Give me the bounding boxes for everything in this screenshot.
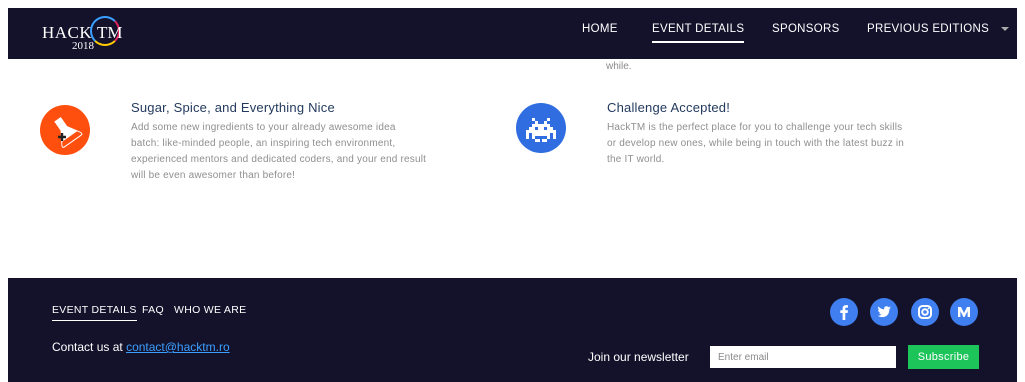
subscribe-button[interactable]: Subscribe [908,345,979,369]
nav-active-underline [652,41,745,43]
feature-desc-line: Add some new ingredients to your already… [131,122,396,133]
nav-event-details[interactable]: EVENT DETAILS [652,23,745,43]
feature-desc-sugar: Add some new ingredients to your already… [131,120,426,184]
feature-desc-line: will be even awesomer than before! [131,170,296,181]
chevron-down-icon [1001,26,1010,31]
footer-link-who-we-are[interactable]: WHO WE ARE [174,304,246,316]
footer-link-event-details-label: EVENT DETAILS [52,304,137,316]
space-invader-icon [516,103,566,153]
hacktm-logo[interactable]: HACK TM 2018 [42,16,132,52]
medium-icon[interactable] [950,298,978,326]
instagram-icon[interactable] [911,298,939,326]
feature-title-challenge: Challenge Accepted! [607,100,731,115]
top-navbar: HACK TM 2018 HOME EVENT DETAILS SPONSORS… [8,8,1017,59]
nav-home[interactable]: HOME [582,23,618,35]
footer: EVENT DETAILS FAQ WHO WE ARE Contact us … [8,278,1017,382]
facebook-icon[interactable] [830,298,858,326]
footer-active-underline [52,320,137,321]
feature-title-sugar: Sugar, Spice, and Everything Nice [131,100,335,115]
nav-previous-editions[interactable]: PREVIOUS EDITIONS [867,23,1010,35]
feature-desc-line: or develop new ones, while being in touc… [607,138,905,149]
nav-previous-editions-label: PREVIOUS EDITIONS [867,23,990,35]
nav-sponsors[interactable]: SPONSORS [772,23,840,35]
feature-desc-line: HackTM is the perfect place for you to c… [607,122,903,133]
twitter-icon[interactable] [870,298,898,326]
newsletter-email-input[interactable] [710,346,896,368]
flask-icon [40,105,90,155]
previous-feature-tail: while. [606,61,632,72]
footer-link-event-details[interactable]: EVENT DETAILS [52,304,137,321]
logo-word-tm: TM [97,23,123,42]
newsletter-label: Join our newsletter [588,350,689,364]
contact-line: Contact us at contact@hacktm.ro [52,340,230,354]
feature-desc-challenge: HackTM is the perfect place for you to c… [607,120,904,168]
contact-email-link[interactable]: contact@hacktm.ro [126,340,230,354]
nav-event-details-label: EVENT DETAILS [652,23,745,35]
feature-desc-line: the IT world. [607,154,665,165]
feature-desc-line: batch: like-minded people, an inspiring … [131,138,396,149]
contact-prefix: Contact us at [52,340,123,354]
footer-link-faq[interactable]: FAQ [142,304,164,316]
logo-year: 2018 [72,40,94,52]
feature-desc-line: experienced mentors and dedicated coders… [131,154,427,165]
